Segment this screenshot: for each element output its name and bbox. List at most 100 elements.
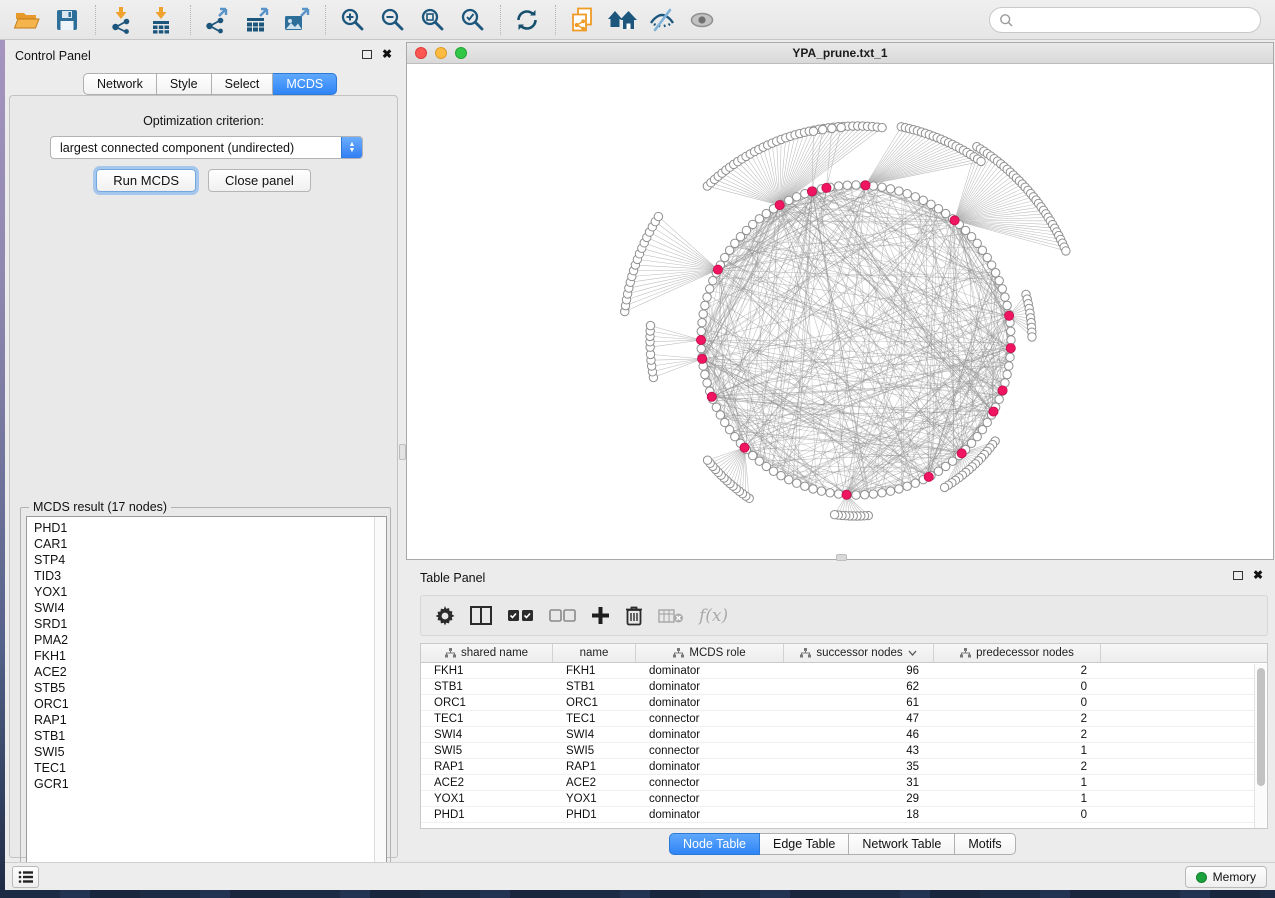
network-ring-node[interactable] [1005,362,1013,370]
import-network-button[interactable] [105,4,139,36]
deselect-all-button[interactable] [549,602,576,630]
settings-gear-button[interactable] [435,602,455,630]
network-leaf-node[interactable] [1028,333,1036,341]
network-dominator-node[interactable] [957,449,966,458]
network-dominator-node[interactable] [861,181,870,190]
network-canvas[interactable] [407,64,1273,559]
network-ring-node[interactable] [911,193,919,201]
mcds-list-scrollbar[interactable] [374,517,386,873]
network-ring-node[interactable] [852,491,860,499]
zoom-in-button[interactable] [335,4,369,36]
network-leaf-node[interactable] [646,321,654,329]
network-ring-node[interactable] [703,379,711,387]
network-ring-node[interactable] [886,185,894,193]
table-row[interactable]: ORC1ORC1dominator610 [421,695,1267,711]
float-panel-icon[interactable] [362,50,372,59]
mcds-result-list[interactable]: PHD1CAR1STP4TID3YOX1SWI4SRD1PMA2FKH1ACE2… [27,517,374,873]
add-column-button[interactable] [591,602,610,630]
network-ring-node[interactable] [801,482,809,490]
tab-node-table[interactable]: Node Table [669,833,760,855]
export-network-button[interactable] [200,4,234,36]
network-ring-node[interactable] [701,301,709,309]
table-row[interactable]: SWI5SWI5connector431 [421,743,1267,759]
network-leaf-node[interactable] [1062,247,1070,255]
network-ring-node[interactable] [878,183,886,191]
network-ring-node[interactable] [716,411,724,419]
mcds-result-item[interactable]: RAP1 [34,712,374,728]
column-header-mcds-role[interactable]: MCDS role [636,644,784,662]
zoom-out-button[interactable] [375,4,409,36]
home-networks-button[interactable] [605,4,639,36]
network-ring-node[interactable] [998,285,1006,293]
network-dominator-node[interactable] [696,335,705,344]
network-ring-node[interactable] [834,182,842,190]
network-ring-node[interactable] [895,485,903,493]
network-dominator-node[interactable] [989,407,998,416]
column-header-predecessor-nodes[interactable]: predecessor nodes [934,644,1101,662]
network-ring-node[interactable] [777,471,785,479]
network-leaf-node[interactable] [654,212,662,220]
network-ring-node[interactable] [712,403,720,411]
network-ring-node[interactable] [785,196,793,204]
network-ring-node[interactable] [927,200,935,208]
mcds-result-item[interactable]: CAR1 [34,536,374,552]
close-panel-icon[interactable]: ✖ [1253,570,1263,580]
memory-button[interactable]: Memory [1185,866,1267,888]
network-leaf-node[interactable] [809,127,817,135]
tab-style[interactable]: Style [157,73,212,95]
tab-mcds[interactable]: MCDS [273,73,337,95]
mcds-result-item[interactable]: ORC1 [34,696,374,712]
network-dominator-node[interactable] [842,490,851,499]
tab-motifs[interactable]: Motifs [955,833,1015,855]
mcds-result-item[interactable]: FKH1 [34,648,374,664]
network-leaf-node[interactable] [878,123,886,131]
network-ring-node[interactable] [995,276,1003,284]
network-ring-node[interactable] [792,479,800,487]
network-dominator-node[interactable] [713,265,722,274]
mcds-result-item[interactable]: SRD1 [34,616,374,632]
network-ring-node[interactable] [878,489,886,497]
network-ring-node[interactable] [703,293,711,301]
show-panels-menu-button[interactable] [12,866,39,888]
show-elements-button[interactable] [685,4,719,36]
mcds-result-item[interactable]: PHD1 [34,520,374,536]
split-panel-button[interactable] [470,602,492,630]
hide-elements-button[interactable] [645,4,679,36]
network-dominator-node[interactable] [740,443,749,452]
table-row[interactable]: STB1STB1dominator620 [421,679,1267,695]
column-header-successor-nodes[interactable]: successor nodes [784,644,934,662]
zoom-selected-button[interactable] [455,4,489,36]
mcds-result-item[interactable]: SWI4 [34,600,374,616]
export-image-button[interactable] [280,4,314,36]
network-leaf-node[interactable] [940,483,948,491]
column-header-name[interactable]: name [553,644,636,662]
network-ring-node[interactable] [1003,301,1011,309]
table-row[interactable]: TEC1TEC1connector472 [421,711,1267,727]
network-ring-node[interactable] [903,482,911,490]
network-dominator-node[interactable] [822,183,831,192]
table-row[interactable]: YOX1YOX1connector291 [421,791,1267,807]
network-ring-node[interactable] [817,487,825,495]
network-ring-node[interactable] [1003,370,1011,378]
network-ring-node[interactable] [886,487,894,495]
network-ring-node[interactable] [721,418,729,426]
network-dominator-node[interactable] [924,472,933,481]
tab-select[interactable]: Select [212,73,274,95]
network-window-titlebar[interactable]: YPA_prune.txt_1 [407,43,1273,64]
network-leaf-node[interactable] [828,124,836,132]
mcds-result-item[interactable]: ACE2 [34,664,374,680]
network-leaf-node[interactable] [837,123,845,131]
function-builder-button[interactable]: f(x) [699,602,728,630]
mcds-result-item[interactable]: TID3 [34,568,374,584]
network-ring-node[interactable] [934,467,942,475]
export-table-button[interactable] [240,4,274,36]
network-ring-node[interactable] [843,181,851,189]
network-ring-node[interactable] [1001,293,1009,301]
network-ring-node[interactable] [983,253,991,261]
network-ring-node[interactable] [709,276,717,284]
table-row[interactable]: FKH1FKH1dominator962 [421,663,1267,679]
select-all-button[interactable] [507,602,534,630]
table-row[interactable]: ACE2ACE2connector311 [421,775,1267,791]
zoom-fit-button[interactable] [415,4,449,36]
run-mcds-button[interactable]: Run MCDS [96,169,196,192]
